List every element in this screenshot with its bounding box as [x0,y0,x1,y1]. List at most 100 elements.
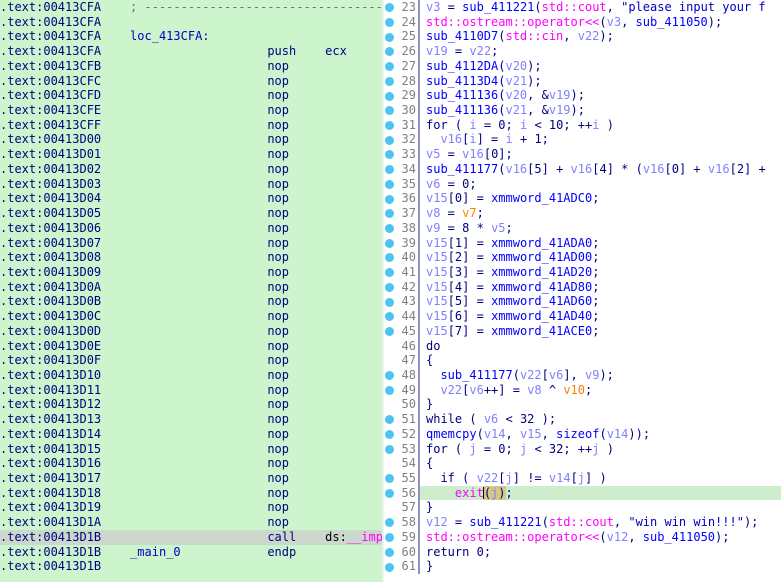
pseudocode-line[interactable]: 48 sub_411177(v22[v6], v9); [384,367,781,383]
pseudocode-code-text[interactable]: exit(j); [420,485,781,501]
pseudocode-code-text[interactable]: v12 = sub_411221(std::cout, "win win win… [420,515,781,530]
disassembly-line[interactable]: .text:00413CFC nop [0,74,382,89]
pseudocode-gutter[interactable] [384,177,396,192]
disassembly-line[interactable]: .text:00413D03 nop [0,177,382,192]
disassembly-line[interactable]: .text:00413D09 nop [0,265,382,280]
pseudocode-line[interactable]: 52 qmemcpy(v14, v15, sizeof(v14)); [384,426,781,442]
pseudocode-line[interactable]: 27 sub_4112DA(v20); [384,58,781,74]
disassembly-line[interactable]: .text:00413CFA loc_413CFA: [0,29,382,44]
breakpoint-dot-icon[interactable] [385,444,394,454]
pseudocode-line[interactable]: 31 for ( i = 0; i < 10; ++i ) [384,117,781,133]
breakpoint-dot-icon[interactable] [385,430,394,440]
pseudocode-code-text[interactable]: v22[v6++] = v8 ^ v10; [420,383,781,398]
pseudocode-pane[interactable]: 23 v3 = sub_411221(std::cout, "please inp… [384,0,781,582]
breakpoint-dot-icon[interactable] [385,488,394,498]
breakpoint-dot-icon[interactable] [385,165,394,175]
breakpoint-dot-icon[interactable] [385,135,394,145]
pseudocode-code-text[interactable]: v15[6] = xmmword_41AD40; [420,309,781,324]
pseudocode-gutter[interactable] [384,0,396,15]
pseudocode-line[interactable]: 34 sub_411177(v16[5] + v16[4] * (v16[0] +… [384,161,781,177]
pseudocode-code-text[interactable]: std::ostream::operator<<(v12, sub_411050… [420,530,781,545]
pseudocode-code-text[interactable]: v8 = v7; [420,206,781,221]
pseudocode-code-text[interactable]: sub_411177(v16[5] + v16[4] * (v16[0] + v… [420,162,781,177]
breakpoint-dot-icon[interactable] [385,150,394,160]
pseudocode-gutter[interactable] [384,294,396,309]
disassembly-line[interactable]: .text:00413D0A nop [0,280,382,295]
pseudocode-line[interactable]: 36 v15[0] = xmmword_41ADC0; [384,191,781,207]
pseudocode-gutter[interactable] [384,162,396,177]
breakpoint-dot-icon[interactable] [385,533,394,543]
pseudocode-code-text[interactable]: v15[2] = xmmword_41AD00; [420,250,781,265]
pseudocode-line[interactable]: 26 v19 = v22; [384,44,781,59]
pseudocode-line[interactable]: 56 exit(j); [384,485,781,501]
breakpoint-dot-icon[interactable] [385,76,394,86]
breakpoint-dot-icon[interactable] [385,3,394,13]
pseudocode-gutter[interactable] [384,442,396,457]
pseudocode-gutter[interactable] [384,29,396,44]
breakpoint-dot-icon[interactable] [385,297,394,307]
pseudocode-line[interactable]: 33 v5 = v16[0]; [384,147,781,162]
pseudocode-gutter[interactable] [384,500,396,515]
disassembly-pane[interactable]: .text:00413CFA ; -----------------------… [0,0,382,582]
pseudocode-gutter[interactable] [384,44,396,59]
pseudocode-line[interactable]: 43 v15[5] = xmmword_41AD60; [384,294,781,310]
pseudocode-gutter[interactable] [384,221,396,236]
pseudocode-code-text[interactable]: } [420,500,781,515]
pseudocode-line[interactable]: 42 v15[4] = xmmword_41AD80; [384,279,781,295]
pseudocode-code-text[interactable]: v15[1] = xmmword_41ADA0; [420,236,781,251]
breakpoint-dot-icon[interactable] [385,17,394,27]
breakpoint-dot-icon[interactable] [385,415,394,425]
pseudocode-code-text[interactable]: sub_411136(v21, &v19); [420,103,781,118]
pseudocode-code-text[interactable]: v15[5] = xmmword_41AD60; [420,294,781,309]
pseudocode-gutter[interactable] [384,132,396,147]
pseudocode-gutter[interactable] [384,339,396,354]
breakpoint-dot-icon[interactable] [385,209,394,219]
pseudocode-line[interactable]: 32 v16[i] = i + 1; [384,132,781,148]
pseudocode-line[interactable]: 37 v8 = v7; [384,206,781,221]
disassembly-line[interactable]: .text:00413CFA [0,15,382,30]
breakpoint-dot-icon[interactable] [385,106,394,116]
pseudocode-code-text[interactable]: sub_4113D4(v21); [420,74,781,89]
disassembly-line[interactable]: .text:00413D13 nop [0,412,382,427]
pseudocode-line[interactable]: 30 sub_411136(v21, &v19); [384,103,781,118]
pseudocode-line[interactable]: 58 v12 = sub_411221(std::cout, "win win w… [384,515,781,530]
pseudocode-line[interactable]: 29 sub_411136(v20, &v19); [384,88,781,104]
breakpoint-dot-icon[interactable] [385,32,394,42]
breakpoint-dot-icon[interactable] [385,194,394,204]
pseudocode-code-text[interactable]: do [420,339,781,354]
disassembly-line[interactable]: .text:00413D17 nop [0,471,382,486]
disassembly-line[interactable]: .text:00413D18 nop [0,486,382,501]
disassembly-line[interactable]: .text:00413CFD nop [0,88,382,103]
disassembly-line[interactable]: .text:00413D06 nop [0,221,382,236]
pseudocode-gutter[interactable] [384,515,396,530]
pseudocode-code-text[interactable]: } [420,559,781,574]
pseudocode-gutter[interactable] [384,324,396,339]
disassembly-line[interactable]: .text:00413D0D nop [0,324,382,339]
disassembly-line[interactable]: .text:00413D1A nop [0,515,382,530]
pseudocode-line[interactable]: 47 { [384,353,781,368]
pseudocode-code-text[interactable]: } [420,397,781,412]
pseudocode-line[interactable]: 39 v15[1] = xmmword_41ADA0; [384,235,781,251]
pseudocode-code-text[interactable]: v15[7] = xmmword_41ACE0; [420,324,781,339]
disassembly-line[interactable]: .text:00413D04 nop [0,191,382,206]
disassembly-line[interactable]: .text:00413D12 nop [0,397,382,412]
pseudocode-line[interactable]: 46 do [384,338,781,354]
pseudocode-line-list[interactable]: 23 v3 = sub_411221(std::cout, "please inp… [384,0,781,575]
disassembly-line[interactable]: .text:00413D00 nop [0,132,382,147]
pseudocode-gutter[interactable] [384,88,396,103]
pseudocode-line[interactable]: 55 if ( v22[j] != v14[j] ) [384,471,781,486]
pseudocode-line[interactable]: 40 v15[2] = xmmword_41AD00; [384,250,781,265]
breakpoint-dot-icon[interactable] [385,91,394,101]
disassembly-line[interactable]: .text:00413D05 nop [0,206,382,221]
pseudocode-gutter[interactable] [384,456,396,471]
breakpoint-dot-icon[interactable] [385,327,394,336]
pseudocode-line[interactable]: 60 return 0; [384,544,781,560]
disassembly-line[interactable]: .text:00413D1B [0,559,382,574]
pseudocode-code-text[interactable]: for ( i = 0; i < 10; ++i ) [420,118,781,133]
pseudocode-line[interactable]: 61} [384,559,781,575]
disassembly-line[interactable]: .text:00413D19 nop [0,500,382,515]
disassembly-line-list[interactable]: .text:00413CFA ; -----------------------… [0,0,382,574]
breakpoint-dot-icon[interactable] [385,518,394,528]
pseudocode-code-text[interactable]: for ( j = 0; j < 32; ++j ) [420,442,781,457]
pseudocode-line[interactable]: 51 while ( v6 < 32 ); [384,412,781,427]
